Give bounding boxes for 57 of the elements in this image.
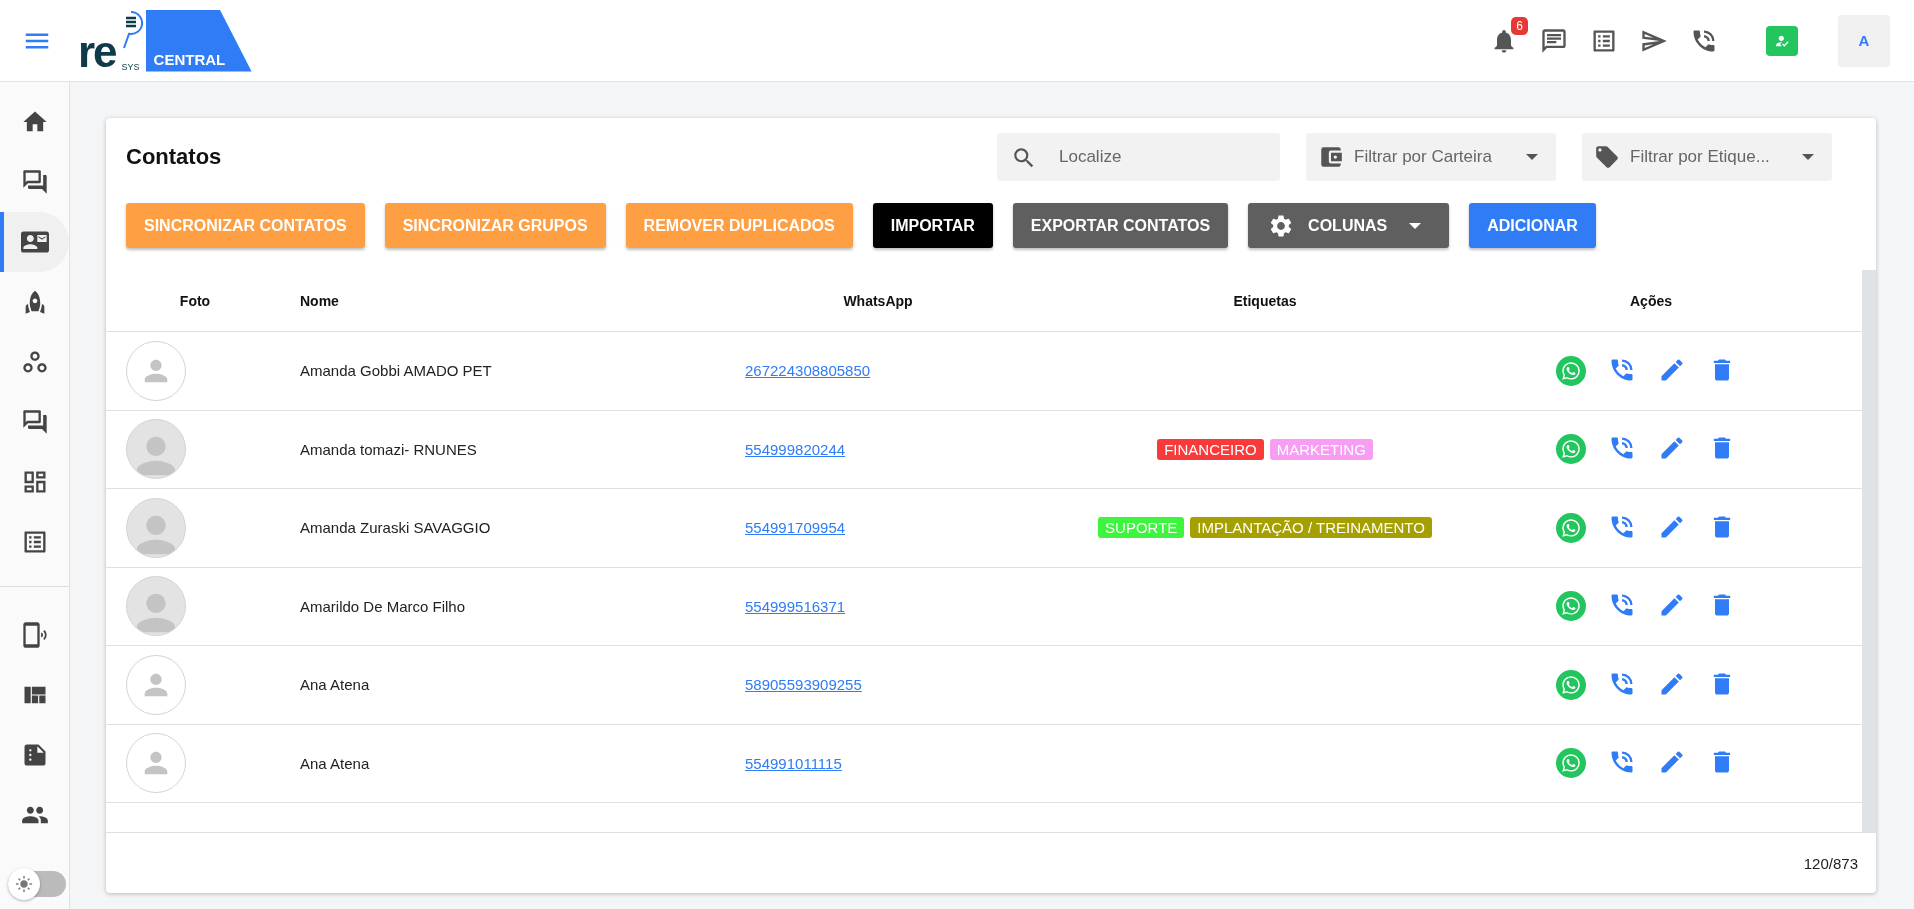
record-count: 120/873 <box>1803 854 1858 872</box>
tag: SUPORTE <box>1098 517 1185 539</box>
chat-bubbles-icon <box>20 408 49 436</box>
search-field[interactable]: Localize <box>997 133 1280 181</box>
chat-icon[interactable] <box>1540 26 1568 55</box>
column-header: WhatsApp <box>843 292 913 309</box>
columns-button[interactable]: COLUNAS <box>1248 203 1450 248</box>
tag: FINANCEIRO <box>1157 438 1264 460</box>
filter-select[interactable]: Filtrar por Etique... <box>1582 133 1832 181</box>
user-avatar[interactable]: A <box>1838 14 1890 67</box>
column-header: Ações <box>1630 292 1672 309</box>
whatsapp-icon[interactable] <box>1556 512 1586 543</box>
contact-name: Amanda Zuraski SAVAGGIO <box>299 519 492 537</box>
user-check-icon[interactable] <box>1766 25 1798 56</box>
contact-name: Ana Atena <box>299 754 371 772</box>
action-button[interactable]: EXPORTAR CONTATOS <box>1012 203 1229 248</box>
whatsapp-link[interactable]: 554999516371 <box>745 597 846 615</box>
contact-name: Ana Atena <box>299 676 371 694</box>
wallet-icon <box>1318 144 1344 170</box>
whatsapp-icon[interactable] <box>1556 748 1586 779</box>
chat-bubbles-icon <box>20 168 49 196</box>
action-button[interactable]: REMOVER DUPLICADOS <box>625 203 853 248</box>
filter-select[interactable]: Filtrar por Carteira <box>1306 133 1556 181</box>
whatsapp-icon[interactable] <box>1556 434 1586 465</box>
logo-subtext: SYS <box>121 61 140 72</box>
theme-toggle[interactable] <box>8 871 66 897</box>
caret-icon <box>1409 222 1422 229</box>
logo-badge: CENTRAL <box>145 9 252 72</box>
action-button[interactable]: SINCRONIZAR GRUPOS <box>384 203 606 248</box>
whatsapp-link[interactable]: 58905593909255 <box>745 676 862 694</box>
contact-card-nav-item[interactable] <box>0 212 69 272</box>
contact-name: Amanda tomazi- RNUNES <box>299 440 478 458</box>
action-button[interactable]: IMPORTAR <box>872 203 993 248</box>
logo-wordmark: re <box>78 31 116 72</box>
sun-icon <box>15 875 33 893</box>
caret-icon <box>1526 154 1538 160</box>
notification-count: 6 <box>1511 16 1528 35</box>
column-header: Nome <box>299 292 339 309</box>
whatsapp-link[interactable]: 267224308805850 <box>745 362 871 380</box>
whatsapp-icon[interactable] <box>1556 669 1586 700</box>
phone-signal-icon <box>20 621 49 649</box>
whatsapp-link[interactable]: 554991011115 <box>745 754 842 772</box>
tag-icon <box>1594 144 1620 170</box>
column-header: Foto <box>179 292 211 309</box>
column-header: Etiquetas <box>1233 292 1297 309</box>
page-title: Contatos <box>126 144 222 170</box>
whatsapp-link[interactable]: 554999820244 <box>745 440 846 458</box>
action-button[interactable]: SINCRONIZAR CONTATOS <box>126 203 365 248</box>
whatsapp-link[interactable]: 554991709954 <box>745 519 846 537</box>
caret-icon <box>1802 154 1814 160</box>
whatsapp-icon[interactable] <box>1556 355 1586 386</box>
contact-name: Amarildo De Marco Filho <box>299 597 467 615</box>
contact-name: Amanda Gobbi AMADO PET <box>299 362 493 380</box>
tag: MARKETING <box>1269 438 1373 460</box>
whatsapp-icon[interactable] <box>1556 591 1586 622</box>
tag: IMPLANTAÇÃO / TREINAMENTO <box>1190 517 1432 539</box>
action-button[interactable]: ADICIONAR <box>1469 203 1596 248</box>
